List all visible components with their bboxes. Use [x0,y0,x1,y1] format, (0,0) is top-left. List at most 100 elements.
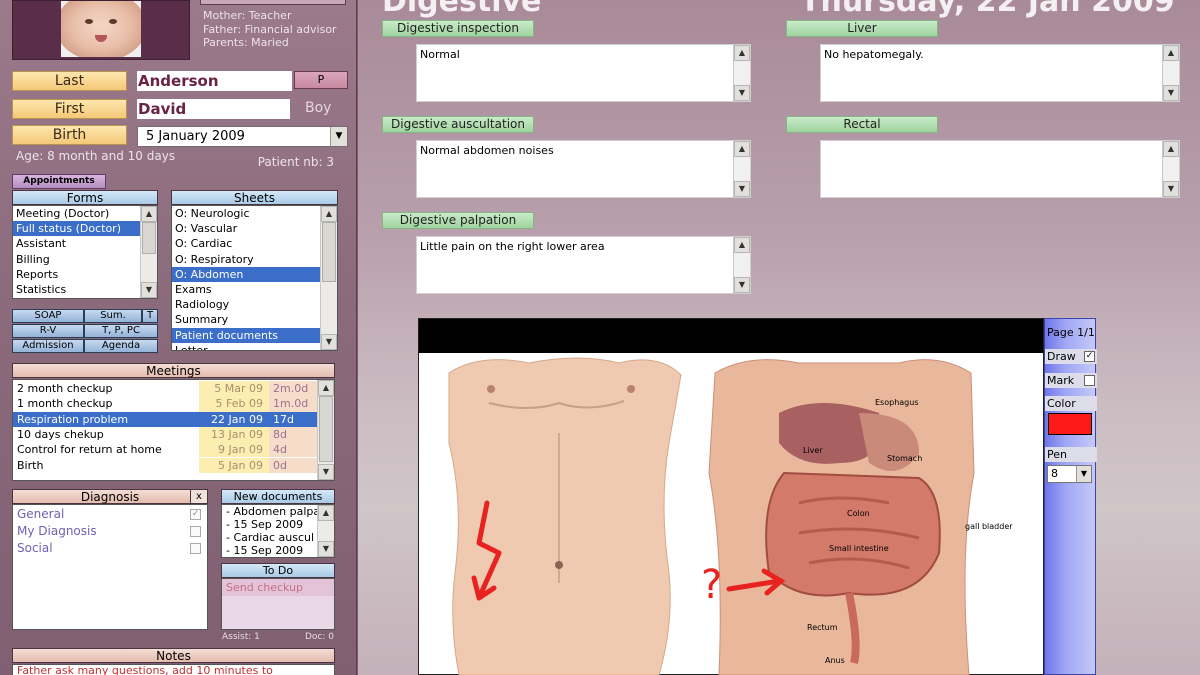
scroll-down-icon[interactable]: ▼ [141,282,157,298]
meetings-list[interactable]: 2 month checkup 5 Mar 09 2m.0d 1 month c… [12,379,335,481]
meeting-row[interactable]: Respiration problem 22 Jan 09 17d [13,411,319,427]
p-button[interactable]: P [294,71,348,89]
sheets-list[interactable]: O: Neurologic O: Vascular O: Cardiac O: … [171,205,338,351]
palpation-scrollbar[interactable]: ▲ ▼ [733,237,750,293]
rectal-textarea[interactable]: ▲ ▼ [820,140,1180,198]
meeting-row[interactable]: 2 month checkup 5 Mar 09 2m.0d [13,381,319,397]
meeting-row[interactable]: Control for return at home 9 Jan 09 4d [13,442,319,458]
scroll-up-icon[interactable]: ▲ [734,237,750,253]
draw-checkbox[interactable]: ✓ [1084,351,1095,362]
scroll-up-icon[interactable]: ▲ [141,206,157,222]
patient-photo[interactable] [12,0,190,60]
last-name-field[interactable]: Anderson [137,71,292,91]
top-edge-button[interactable] [200,0,346,5]
forms-item[interactable]: Statistics [13,282,157,297]
forms-item[interactable]: Reports [13,267,157,282]
sheets-item[interactable]: Radiology [172,297,337,312]
mark-checkbox[interactable] [1084,375,1095,386]
new-documents-scrollbar[interactable]: ▲ ▼ [317,505,334,557]
diagnosis-my-diagnosis-checkbox[interactable] [190,526,201,537]
liver-scrollbar[interactable]: ▲ ▼ [1162,45,1179,101]
scroll-up-icon[interactable]: ▲ [1163,45,1179,61]
admission-button[interactable]: Admission [12,339,84,353]
scroll-down-icon[interactable]: ▼ [734,181,750,197]
scroll-down-icon[interactable]: ▼ [1163,85,1179,101]
sheets-item[interactable]: O: Respiratory [172,252,337,267]
sheets-item[interactable]: O: Vascular [172,221,337,236]
meeting-name: 2 month checkup [17,382,113,395]
sheets-item[interactable]: Summary [172,312,337,327]
scroll-up-icon[interactable]: ▲ [318,505,334,521]
chevron-down-icon[interactable]: ▼ [1076,466,1091,482]
meeting-row[interactable]: 10 days chekup 13 Jan 09 8d [13,426,319,443]
diagnosis-item-social[interactable]: Social [17,541,53,555]
agenda-button[interactable]: Agenda [84,339,158,353]
diagnosis-general-checkbox[interactable]: ✓ [190,509,201,520]
sum-button[interactable]: Sum. [84,309,142,323]
scroll-down-icon[interactable]: ▼ [1163,181,1179,197]
mark-toggle[interactable]: Mark [1045,373,1097,388]
inspection-textarea[interactable]: Normal ▲ ▼ [416,44,751,102]
diagnosis-item-my-diagnosis[interactable]: My Diagnosis [17,524,97,538]
diagnosis-header-label: Diagnosis [80,490,140,504]
scroll-up-icon[interactable]: ▲ [321,206,337,222]
birth-date-dropdown[interactable]: 5 January 2009 ▼ [137,126,348,147]
forms-item[interactable]: Billing [13,252,157,267]
anatomy-drawing-canvas[interactable]: ? Esophagus Liver Stomach Colon gall bla… [418,318,1044,675]
meeting-name: Control for return at home [17,443,162,457]
sheets-item[interactable]: O: Neurologic [172,206,337,221]
scroll-down-icon[interactable]: ▼ [734,85,750,101]
diagnosis-item-general[interactable]: General [17,507,64,521]
sex-label[interactable]: Boy [305,100,331,116]
new-documents-list[interactable]: - Abdomen palpat - 15 Sep 2009 - Cardiac… [221,504,335,558]
auscultation-scrollbar[interactable]: ▲ ▼ [733,141,750,197]
scroll-thumb[interactable] [322,222,336,282]
forms-item[interactable]: Assistant [13,236,157,251]
nipple-left [487,385,495,393]
first-name-field[interactable]: David [137,99,290,119]
scroll-down-icon[interactable]: ▼ [734,277,750,293]
scroll-down-icon[interactable]: ▼ [318,464,334,480]
scroll-up-icon[interactable]: ▲ [318,380,334,396]
tppc-button[interactable]: T, P, PC [84,324,158,338]
draw-toggle[interactable]: Draw ✓ [1045,349,1097,364]
chevron-down-icon[interactable]: ▼ [330,127,347,146]
t-button[interactable]: T [142,309,158,323]
color-swatch[interactable] [1048,413,1092,435]
meeting-row[interactable]: 1 month checkup 5 Feb 09 1m.0d [13,396,319,412]
forms-scrollbar[interactable]: ▲ ▼ [140,206,157,298]
sheets-item[interactable]: Letter [172,343,337,350]
liver-textarea[interactable]: No hepatomegaly. ▲ ▼ [820,44,1180,102]
auscultation-textarea[interactable]: Normal abdomen noises ▲ ▼ [416,140,751,198]
appointments-button[interactable]: Appointments [12,174,106,189]
rectal-scrollbar[interactable]: ▲ ▼ [1162,141,1179,197]
sheets-item[interactable]: Patient documents [172,327,337,343]
scroll-up-icon[interactable]: ▲ [734,141,750,157]
notes-field[interactable]: Father ask many questions, add 10 minute… [12,664,335,675]
forms-list[interactable]: Meeting (Doctor) Full status (Doctor) As… [12,205,158,299]
scroll-down-icon[interactable]: ▼ [321,334,337,350]
todo-list[interactable]: Send checkup [221,578,335,630]
forms-item[interactable]: Full status (Doctor) [13,221,157,237]
inspection-scrollbar[interactable]: ▲ ▼ [733,45,750,101]
sheets-item[interactable]: Exams [172,282,337,297]
palpation-textarea[interactable]: Little pain on the right lower area ▲ ▼ [416,236,751,294]
scroll-up-icon[interactable]: ▲ [1163,141,1179,157]
rv-button[interactable]: R-V [12,324,84,338]
forms-item[interactable]: Meeting (Doctor) [13,206,157,221]
pen-size-dropdown[interactable]: 8 ▼ [1047,465,1092,483]
sheets-item[interactable]: O: Abdomen [172,266,337,282]
scroll-thumb[interactable] [319,396,333,462]
scroll-thumb[interactable] [142,222,156,254]
sheets-item[interactable]: O: Cardiac [172,236,337,251]
todo-item[interactable]: Send checkup [222,579,334,596]
sheets-scrollbar[interactable]: ▲ ▼ [320,206,337,350]
diagnosis-list[interactable]: General ✓ My Diagnosis Social [12,504,208,630]
meeting-row[interactable]: Birth 5 Jan 09 0d [13,457,319,473]
diagnosis-social-checkbox[interactable] [190,543,201,554]
soap-button[interactable]: SOAP [12,309,84,323]
scroll-down-icon[interactable]: ▼ [318,541,334,557]
close-icon[interactable]: x [190,489,208,504]
meetings-scrollbar[interactable]: ▲ ▼ [317,380,334,480]
scroll-up-icon[interactable]: ▲ [734,45,750,61]
